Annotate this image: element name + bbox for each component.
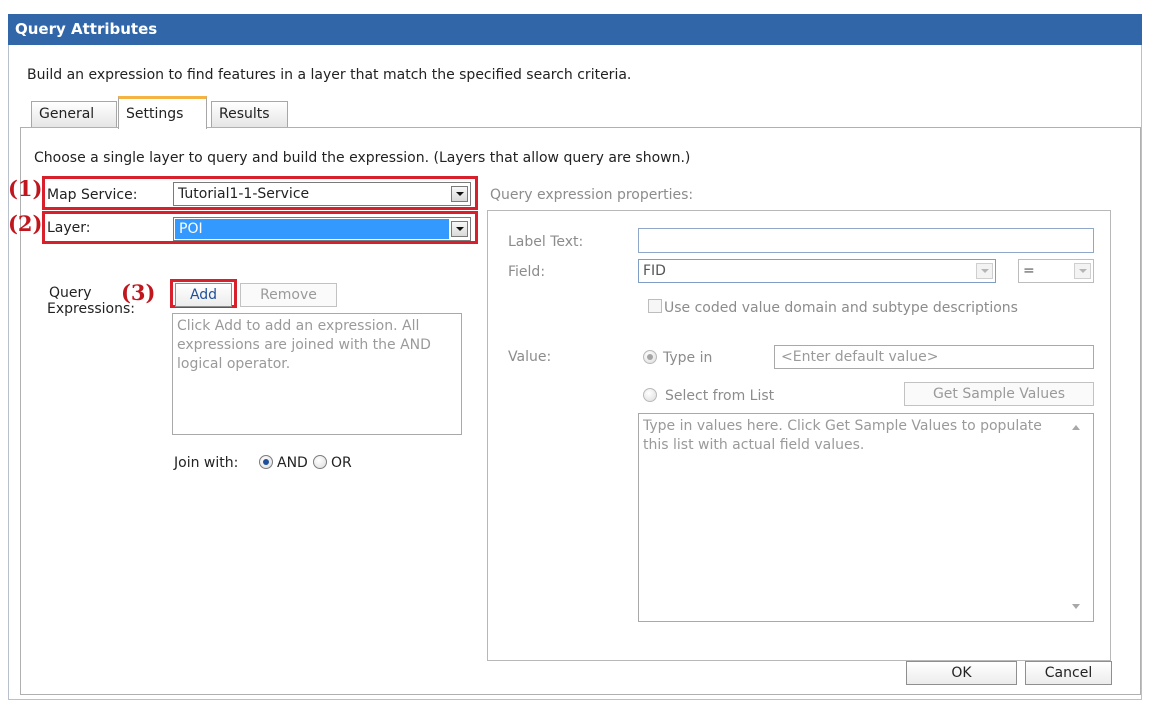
properties-heading: Query expression properties: bbox=[490, 187, 694, 203]
remove-expression-button[interactable]: Remove bbox=[240, 283, 337, 307]
query-expressions-label-line2: Expressions: bbox=[47, 301, 136, 317]
tab-general[interactable]: General bbox=[31, 101, 117, 128]
values-list-hint: Type in values here. Click Get Sample Va… bbox=[643, 418, 1042, 453]
operator-select[interactable]: = bbox=[1018, 259, 1094, 283]
dialog-description: Build an expression to find features in … bbox=[27, 67, 632, 83]
annotation-2: (2) bbox=[8, 211, 43, 236]
dialog-title: Query Attributes bbox=[8, 14, 1142, 45]
scroll-up-icon[interactable] bbox=[1072, 425, 1080, 430]
coded-domain-label: Use coded value domain and subtype descr… bbox=[664, 300, 1018, 316]
annotation-1: (1) bbox=[8, 176, 43, 201]
chevron-down-icon[interactable] bbox=[976, 263, 993, 279]
label-text-input[interactable] bbox=[638, 228, 1094, 253]
value-label: Value: bbox=[508, 349, 552, 365]
highlight-box-layer bbox=[42, 211, 478, 244]
select-from-list-label: Select from List bbox=[665, 388, 775, 404]
join-and-label: AND bbox=[277, 455, 308, 471]
values-list[interactable]: Type in values here. Click Get Sample Va… bbox=[638, 413, 1094, 622]
settings-instruction: Choose a single layer to query and build… bbox=[34, 150, 691, 166]
type-in-radio[interactable] bbox=[643, 350, 657, 364]
join-or-label: OR bbox=[331, 455, 352, 471]
tab-settings[interactable]: Settings bbox=[118, 96, 207, 129]
select-from-list-radio[interactable] bbox=[643, 388, 657, 402]
get-sample-values-button[interactable]: Get Sample Values bbox=[904, 382, 1094, 406]
tab-results[interactable]: Results bbox=[211, 101, 288, 128]
add-expression-button[interactable]: Add bbox=[175, 283, 232, 307]
expressions-list[interactable]: Click Add to add an expression. All expr… bbox=[172, 313, 462, 435]
join-and-radio[interactable] bbox=[259, 455, 273, 469]
default-value-input[interactable]: <Enter default value> bbox=[774, 345, 1094, 369]
expressions-list-hint: Click Add to add an expression. All expr… bbox=[177, 318, 431, 372]
highlight-box-map-service bbox=[42, 176, 478, 210]
field-label: Field: bbox=[508, 264, 546, 280]
scroll-down-icon[interactable] bbox=[1072, 604, 1080, 609]
operator-value: = bbox=[1023, 263, 1035, 279]
join-or-radio[interactable] bbox=[313, 455, 327, 469]
field-select[interactable]: FID bbox=[638, 259, 996, 283]
type-in-label: Type in bbox=[663, 350, 713, 366]
label-text-label: Label Text: bbox=[508, 234, 584, 250]
query-expressions-label-line1: Query bbox=[49, 285, 92, 301]
chevron-down-icon[interactable] bbox=[1074, 263, 1091, 279]
field-value: FID bbox=[643, 263, 666, 279]
cancel-button[interactable]: Cancel bbox=[1025, 661, 1112, 685]
ok-button[interactable]: OK bbox=[906, 661, 1017, 685]
join-with-label: Join with: bbox=[174, 455, 239, 471]
